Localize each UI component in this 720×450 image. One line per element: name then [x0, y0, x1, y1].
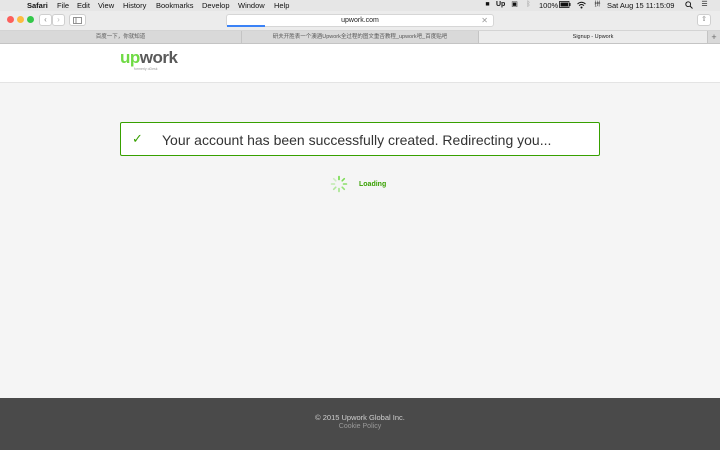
tab-baidu[interactable]: 百度一下，你就知道: [0, 31, 242, 43]
check-icon: ✓: [132, 131, 143, 146]
new-tab-button[interactable]: +: [708, 31, 720, 43]
close-window-button[interactable]: [7, 16, 14, 23]
menu-window[interactable]: Window: [238, 1, 265, 10]
menu-edit[interactable]: Edit: [77, 1, 90, 10]
menu-help[interactable]: Help: [274, 1, 289, 10]
site-footer: © 2015 Upwork Global Inc. Cookie Policy: [0, 398, 720, 450]
status-menu-icon[interactable]: ▣: [510, 1, 519, 9]
upwork-status-icon[interactable]: Up: [496, 1, 505, 9]
tab-tieba[interactable]: 研夫开胜表一个澳酒Upwork全过程的图文重否教程_upwork吧_百度贴吧: [242, 31, 479, 43]
battery-percent: 100%: [539, 1, 559, 10]
share-icon[interactable]: ⇧: [697, 14, 711, 26]
success-message: Your account has been successfully creat…: [162, 132, 552, 148]
bluetooth-icon[interactable]: ᛒ: [524, 1, 533, 9]
page-load-progress: [227, 25, 265, 27]
logo-tagline: formerly oDesk: [134, 67, 158, 71]
menu-app-safari[interactable]: Safari: [27, 1, 48, 10]
loading-label: Loading: [359, 181, 387, 188]
menu-develop[interactable]: Develop: [202, 1, 230, 10]
search-icon[interactable]: [684, 1, 693, 9]
menu-file[interactable]: File: [57, 1, 69, 10]
tab-bar: 百度一下，你就知道 研夫开胜表一个澳酒Upwork全过程的图文重否教程_upwo…: [0, 31, 720, 44]
list-icon[interactable]: ☰: [700, 1, 709, 9]
forward-button[interactable]: ›: [52, 14, 65, 26]
copyright-text: © 2015 Upwork Global Inc.: [315, 413, 405, 422]
cookie-policy-link[interactable]: Cookie Policy: [0, 423, 720, 430]
wifi-icon[interactable]: [577, 1, 586, 9]
address-bar[interactable]: upwork.com ✕: [226, 14, 494, 27]
logo-up: up: [120, 48, 140, 67]
clear-icon[interactable]: ✕: [481, 15, 488, 26]
status-app-icon[interactable]: ■: [483, 1, 492, 9]
menu-bookmarks[interactable]: Bookmarks: [156, 1, 194, 10]
back-button[interactable]: ‹: [39, 14, 52, 26]
logo-work: work: [139, 48, 178, 67]
minimize-window-button[interactable]: [17, 16, 24, 23]
tab-signup-upwork[interactable]: Signup - Upwork: [479, 31, 708, 43]
battery-icon[interactable]: [559, 1, 571, 9]
user-icon: [593, 1, 602, 9]
spinner-icon: [330, 175, 348, 193]
site-header: upwork formerly oDesk: [0, 44, 720, 83]
upwork-logo[interactable]: upwork formerly oDesk: [120, 48, 178, 71]
browser-toolbar: ‹ › upwork.com ✕ ⇧: [0, 11, 720, 31]
menu-view[interactable]: View: [98, 1, 114, 10]
sidebar-icon[interactable]: [69, 14, 86, 26]
url-text[interactable]: upwork.com: [341, 17, 379, 24]
clock[interactable]: Sat Aug 15 11:15:09: [607, 1, 674, 10]
zoom-window-button[interactable]: [27, 16, 34, 23]
success-alert: ✓ Your account has been successfully cre…: [120, 122, 600, 156]
menu-history[interactable]: History: [123, 1, 146, 10]
